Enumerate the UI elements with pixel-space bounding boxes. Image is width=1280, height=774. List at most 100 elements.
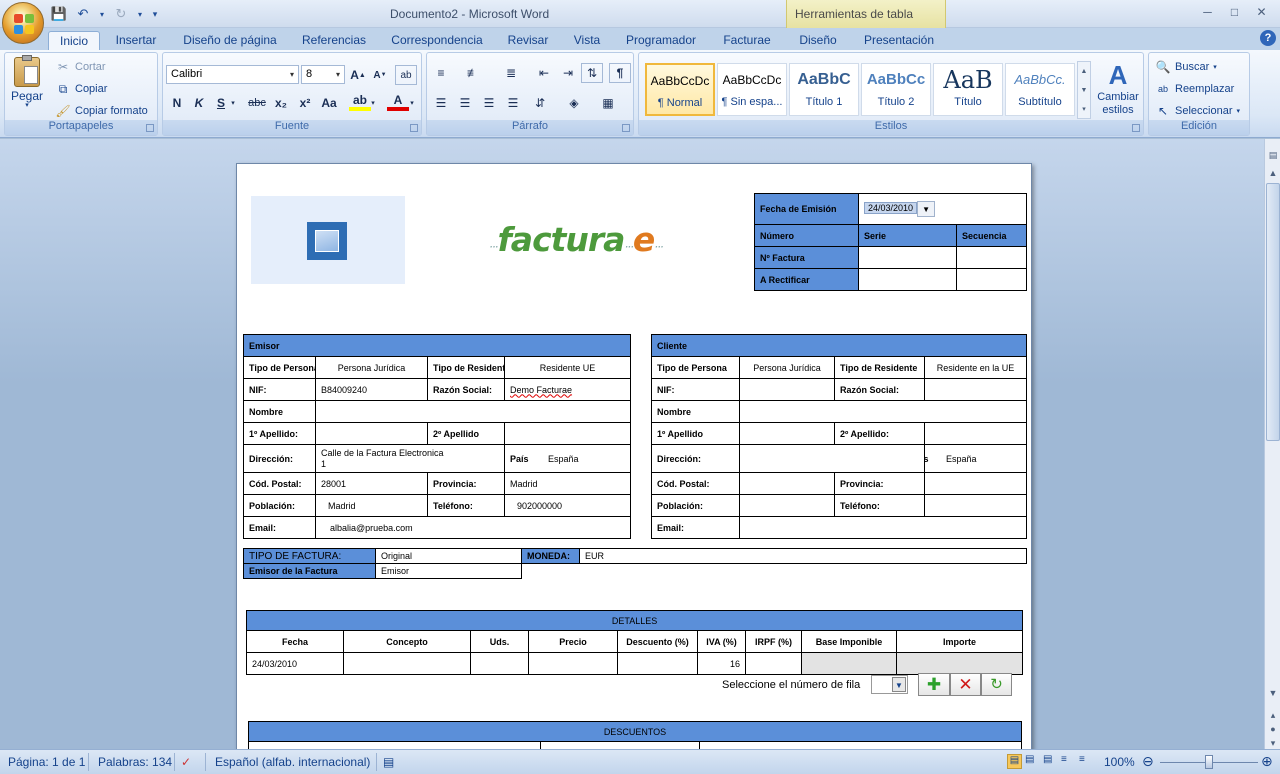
change-case-button[interactable]: Aa [318, 93, 340, 113]
cliente-provincia-value[interactable] [923, 472, 1028, 495]
row-precio[interactable] [528, 652, 618, 675]
cliente-tipo-persona-value[interactable]: Persona Jurídica [739, 356, 835, 379]
change-styles-button[interactable]: A Cambiar estilos [1095, 59, 1141, 117]
tipo-factura-value[interactable]: Original [375, 548, 522, 564]
row-number-dropdown-icon[interactable]: ▼ [892, 677, 906, 692]
scroll-down-icon[interactable]: ▼ [1265, 685, 1280, 701]
a-rectificar-secuencia-cell[interactable] [955, 268, 1028, 291]
emisor-tipo-residente-value[interactable]: Residente UE [503, 356, 632, 379]
date-picker-dropdown-icon[interactable]: ▼ [917, 201, 936, 217]
row-concepto[interactable] [343, 652, 471, 675]
style-normal[interactable]: AaBbCcDc ¶ Normal [645, 63, 715, 116]
tab-revisar[interactable]: Revisar [503, 31, 553, 50]
increase-indent-icon[interactable]: ⇥ [557, 63, 579, 83]
styles-gallery-scroll[interactable]: ▲ ▼ ▾ [1077, 61, 1091, 119]
align-center-icon[interactable]: ☰ [454, 93, 476, 113]
cliente-telefono-value[interactable] [923, 494, 1028, 517]
emisor-razon-value[interactable]: Demo Facturae [503, 378, 632, 401]
style-no-spacing[interactable]: AaBbCcDc ¶ Sin espa... [717, 63, 787, 116]
find-button[interactable]: 🔍 Buscar ▾ [1155, 59, 1217, 75]
subscript-button[interactable]: x₂ [270, 93, 292, 113]
maximize-icon[interactable]: □ [1222, 3, 1247, 21]
grow-font-icon[interactable]: A ▲ [347, 65, 369, 85]
row-number-select[interactable]: ▼ [871, 675, 908, 694]
clipboard-launcher-icon[interactable] [146, 124, 154, 132]
font-size-dropdown-icon[interactable]: ▾ [332, 66, 344, 83]
date-picker-value[interactable]: 24/03/2010 [864, 202, 918, 215]
undo-icon[interactable]: ↶ [74, 5, 92, 23]
emisor-ap1-value[interactable] [315, 422, 428, 445]
tab-diseno-pagina[interactable]: Diseño de página [176, 31, 284, 50]
numbering-icon[interactable]: ≢ [462, 63, 484, 83]
highlight-dropdown-icon[interactable]: ▾ [368, 93, 378, 113]
align-right-icon[interactable]: ☰ [478, 93, 500, 113]
cliente-tipo-residente-value[interactable]: Residente en la UE [923, 356, 1028, 379]
underline-dropdown-icon[interactable]: ▾ [228, 93, 238, 113]
web-layout-icon[interactable]: ▤ [1043, 754, 1058, 769]
font-name-dropdown-icon[interactable]: ▾ [286, 66, 298, 83]
delete-row-button[interactable]: ✕ [950, 673, 981, 696]
emisor-ap2-value[interactable] [503, 422, 632, 445]
superscript-button[interactable]: x² [294, 93, 316, 113]
borders-icon[interactable]: ▦ [597, 93, 619, 113]
sort-icon[interactable]: ⇅ [581, 63, 603, 83]
emisor-factura-value[interactable]: Emisor [375, 563, 522, 579]
print-layout-icon[interactable]: ▤ [1007, 754, 1022, 769]
strikethrough-button[interactable]: abc [246, 93, 268, 113]
redo-icon[interactable]: ↻ [112, 5, 130, 23]
select-button[interactable]: ↖ Seleccionar ▾ [1155, 103, 1240, 119]
moneda-value[interactable]: EUR [579, 548, 1027, 564]
refresh-button[interactable]: ↻ [981, 673, 1012, 696]
close-icon[interactable]: ✕ [1249, 3, 1274, 21]
cliente-pais-value[interactable]: España [946, 454, 977, 464]
align-left-icon[interactable]: ☰ [430, 93, 452, 113]
zoom-in-icon[interactable]: ⊕ [1261, 753, 1273, 770]
tab-referencias[interactable]: Referencias [295, 31, 373, 50]
emisor-direccion-value[interactable]: Calle de la Factura Electronica 1 [315, 444, 505, 473]
tab-facturae[interactable]: Facturae [716, 31, 778, 50]
scroll-thumb[interactable] [1266, 183, 1280, 441]
tab-insertar[interactable]: Insertar [108, 31, 164, 50]
scroll-up-icon[interactable]: ▲ [1265, 165, 1280, 181]
font-name-combo[interactable]: Calibri ▾ [166, 65, 299, 84]
cliente-poblacion-value[interactable] [739, 494, 835, 517]
format-painter-button[interactable]: 🖌 Copiar formato [55, 103, 147, 119]
cliente-razon-value[interactable] [923, 378, 1028, 401]
cut-button[interactable]: ✂ Cortar [55, 59, 106, 75]
emisor-email-value[interactable]: albalia@prueba.com [314, 516, 632, 539]
font-color-dropdown-icon[interactable]: ▾ [407, 93, 417, 113]
outline-icon[interactable]: ≡ [1061, 754, 1076, 769]
ruler-toggle-icon[interactable]: ▤ [1265, 147, 1280, 163]
emisor-nif-value[interactable]: B84009240 [315, 378, 428, 401]
paste-button[interactable]: Pegar ▾ [11, 55, 43, 109]
logo-placeholder[interactable] [251, 196, 405, 284]
zoom-slider-thumb[interactable] [1205, 755, 1213, 769]
justify-icon[interactable]: ☰ [502, 93, 524, 113]
cliente-nombre-value[interactable] [738, 400, 1028, 423]
font-size-combo[interactable]: 8 ▾ [301, 65, 345, 84]
paragraph-launcher-icon[interactable] [622, 124, 630, 132]
status-words[interactable]: Palabras: 134 [98, 755, 172, 769]
emisor-poblacion-value[interactable]: Madrid [315, 494, 428, 517]
status-language[interactable]: Español (alfab. internacional) [215, 755, 370, 769]
clear-format-icon[interactable]: ab [395, 65, 417, 85]
cliente-ap1-value[interactable] [739, 422, 835, 445]
italic-button[interactable]: K [188, 93, 210, 113]
tab-correspondencia[interactable]: Correspondencia [384, 31, 490, 50]
cliente-nif-value[interactable] [739, 378, 835, 401]
n-factura-secuencia-cell[interactable] [955, 246, 1028, 269]
cliente-email-value[interactable] [738, 516, 1028, 539]
copy-button[interactable]: ⧉ Copiar [55, 81, 108, 97]
customize-qat-icon[interactable]: ▾ [150, 5, 160, 23]
cliente-cp-value[interactable] [739, 472, 835, 495]
tab-vista[interactable]: Vista [566, 31, 608, 50]
full-screen-reading-icon[interactable]: ▤ [1025, 754, 1040, 769]
redo-dropdown-icon[interactable]: ▾ [136, 5, 144, 23]
minimize-icon[interactable]: ─ [1195, 3, 1220, 21]
draft-icon[interactable]: ≡ [1079, 754, 1094, 769]
row-iva[interactable]: 16 [697, 652, 746, 675]
bold-button[interactable]: N [166, 93, 188, 113]
font-launcher-icon[interactable] [410, 124, 418, 132]
row-uds[interactable] [470, 652, 529, 675]
add-row-button[interactable]: ✚ [918, 673, 950, 696]
